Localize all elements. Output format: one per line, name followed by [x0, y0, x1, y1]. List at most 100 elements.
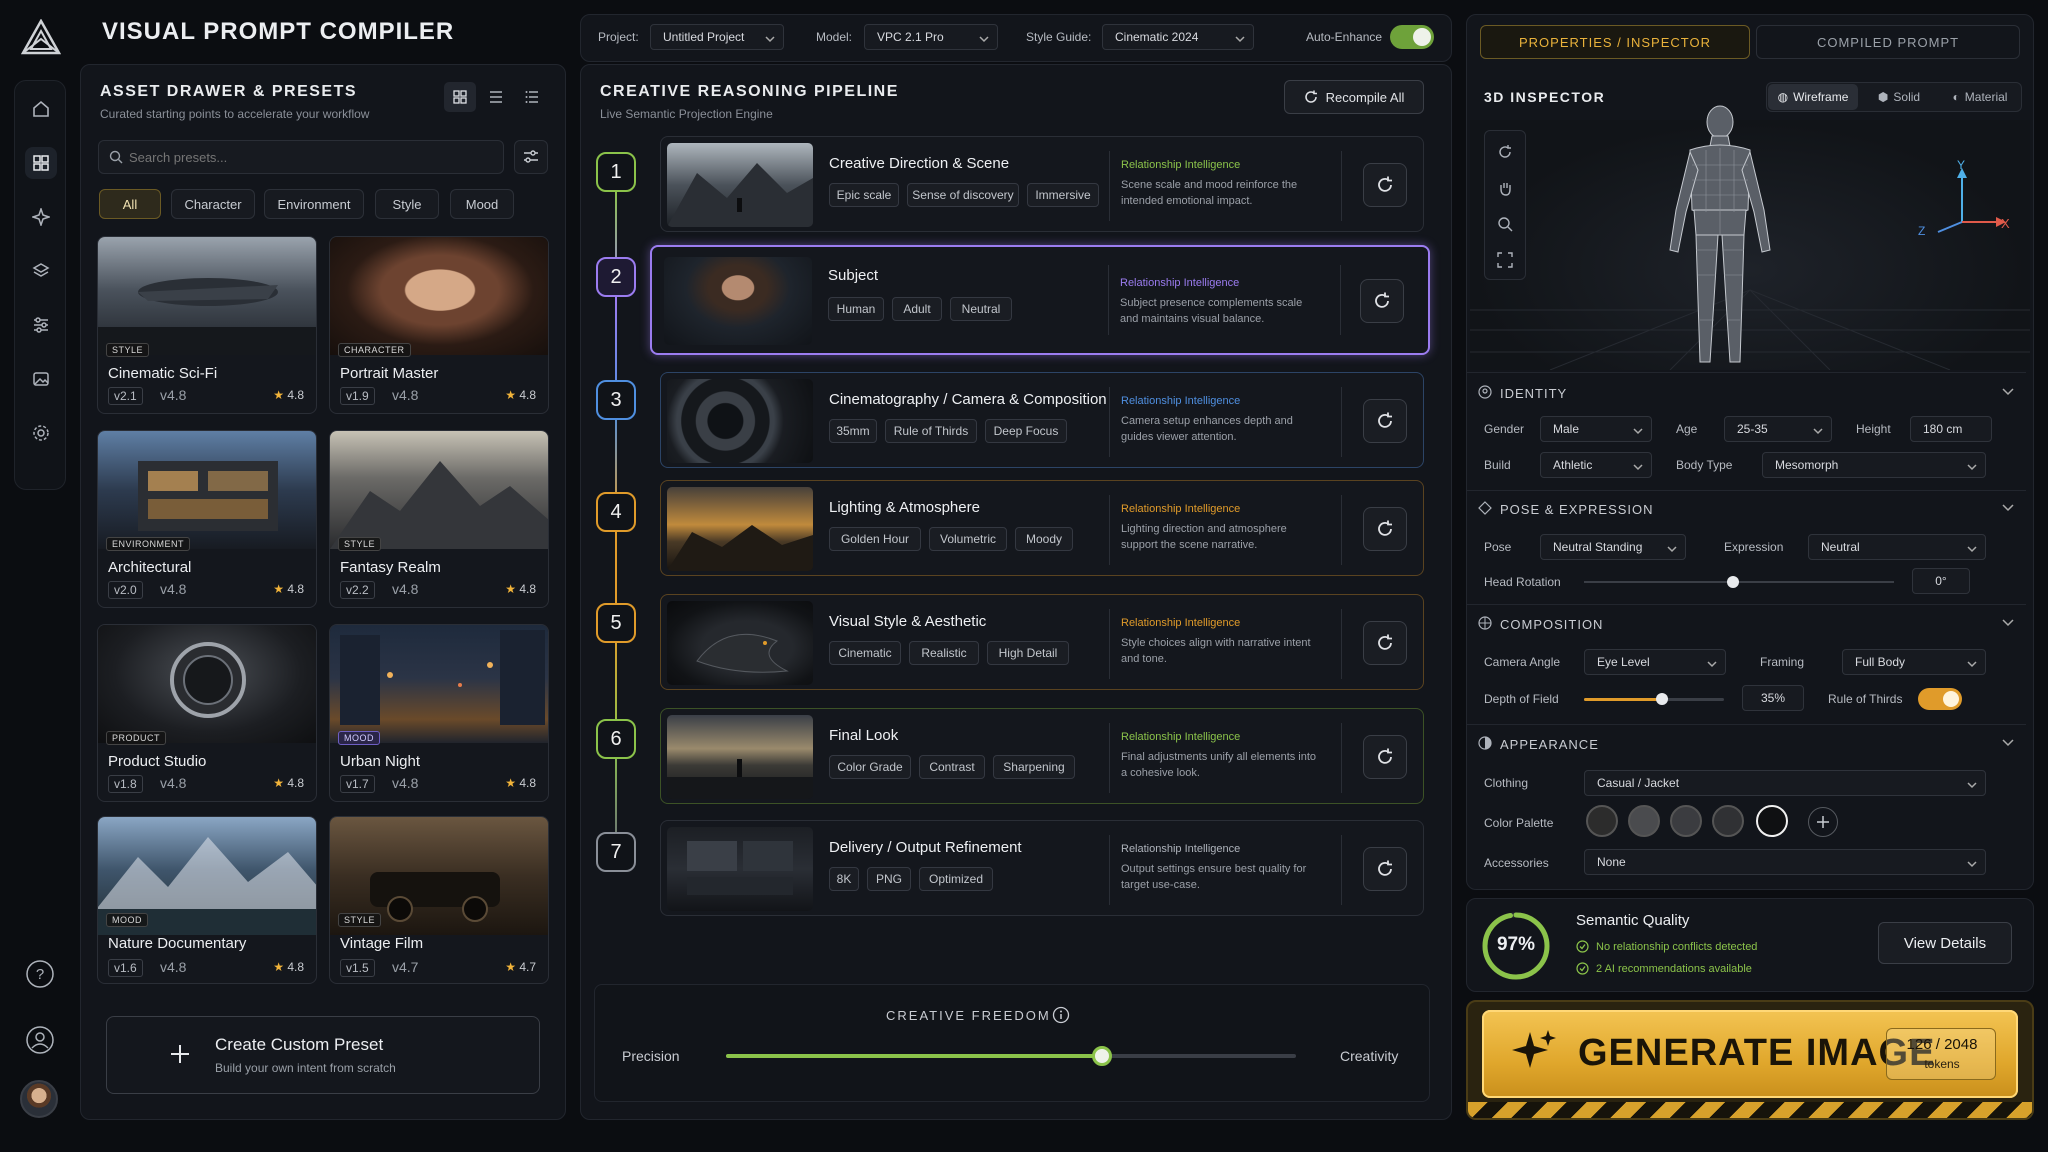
pipeline-step-6[interactable]: Final Look Color Grade Contrast Sharpeni… [660, 708, 1424, 804]
pose-select[interactable]: Neutral Standing [1540, 534, 1686, 560]
step-refresh-button[interactable] [1363, 735, 1407, 779]
step-refresh-button[interactable] [1360, 279, 1404, 323]
auto-enhance-toggle[interactable] [1390, 25, 1434, 49]
sliders-icon[interactable] [25, 309, 57, 341]
expression-select[interactable]: Neutral [1808, 534, 1986, 560]
filter-environment[interactable]: Environment [264, 189, 364, 219]
pipeline-step-2[interactable]: Subject Human Adult Neutral Relationship… [650, 245, 1430, 355]
filter-character[interactable]: Character [171, 189, 255, 219]
body-type-select[interactable]: Mesomorph [1762, 452, 1986, 478]
search-input[interactable] [129, 147, 489, 167]
recompile-all-button[interactable]: Recompile All [1284, 80, 1424, 114]
generate-image-button[interactable]: GENERATE IMAGE 126 / 2048 tokens [1466, 1000, 2034, 1120]
gallery-icon[interactable] [25, 363, 57, 395]
head-rotation-slider[interactable] [1584, 576, 1894, 588]
color-swatch[interactable] [1712, 805, 1744, 837]
step-tag[interactable]: Realistic [909, 641, 979, 665]
step-tag[interactable]: 35mm [829, 419, 877, 443]
project-select[interactable]: Untitled Project [650, 24, 784, 50]
color-swatch[interactable] [1628, 805, 1660, 837]
rotate-icon[interactable] [1489, 136, 1521, 168]
depth-of-field-value[interactable]: 35% [1742, 685, 1804, 711]
detail-list-icon[interactable] [516, 82, 548, 112]
view-material[interactable]: ◐ Material [1940, 84, 2020, 110]
pipeline-step-7[interactable]: Delivery / Output Refinement 8K PNG Opti… [660, 820, 1424, 916]
step-refresh-button[interactable] [1363, 621, 1407, 665]
help-icon[interactable]: ? [24, 958, 56, 990]
model-select[interactable]: VPC 2.1 Pro [864, 24, 998, 50]
tab-compiled-prompt[interactable]: COMPILED PROMPT [1756, 25, 2020, 59]
step-tag[interactable]: High Detail [987, 641, 1069, 665]
view-solid[interactable]: ⬢ Solid [1866, 84, 1932, 110]
pipeline-step-4[interactable]: Lighting & Atmosphere Golden Hour Volume… [660, 480, 1424, 576]
step-tag[interactable]: Human [828, 297, 884, 321]
clothing-select[interactable]: Casual / Jacket [1584, 770, 1986, 796]
style-guide-select[interactable]: Cinematic 2024 [1102, 24, 1254, 50]
step-refresh-button[interactable] [1363, 507, 1407, 551]
chevron-down-icon[interactable] [2002, 615, 2014, 633]
preset-card-vintage-film[interactable]: STYLE Vintage Film v1.5 v4.7 ★ 4.7 [329, 816, 549, 984]
preset-card-nature-documentary[interactable]: MOOD Nature Documentary v1.6 v4.8 ★ 4.8 [97, 816, 317, 984]
age-select[interactable]: 25-35 [1724, 416, 1832, 442]
preset-card-urban-night[interactable]: MOOD Urban Night v1.7 v4.8 ★ 4.8 [329, 624, 549, 802]
preset-card-fantasy-realm[interactable]: STYLE Fantasy Realm v2.2 v4.8 ★ 4.8 [329, 430, 549, 608]
grid-view-icon[interactable] [444, 82, 476, 112]
add-color-icon[interactable] [1808, 807, 1838, 837]
step-tag[interactable]: Volumetric [929, 527, 1007, 551]
step-tag[interactable]: Neutral [950, 297, 1012, 321]
step-tag[interactable]: Contrast [919, 755, 985, 779]
step-tag[interactable]: Immersive [1027, 183, 1099, 207]
step-tag[interactable]: Optimized [919, 867, 993, 891]
sparkle-icon[interactable] [25, 201, 57, 233]
filter-settings-icon[interactable] [514, 140, 548, 174]
chevron-down-icon[interactable] [2002, 500, 2014, 518]
chevron-down-icon[interactable] [2002, 735, 2014, 753]
step-tag[interactable]: Epic scale [829, 183, 899, 207]
depth-of-field-slider[interactable] [1584, 693, 1724, 705]
preset-card-cinematic-scifi[interactable]: STYLE Cinematic Sci-Fi v2.1 v4.8 ★ 4.8 [97, 236, 317, 414]
build-select[interactable]: Athletic [1540, 452, 1652, 478]
gear-icon[interactable] [25, 417, 57, 449]
layers-icon[interactable] [25, 255, 57, 287]
pipeline-step-3[interactable]: Cinematography / Camera & Composition 35… [660, 372, 1424, 468]
step-tag[interactable]: Cinematic [829, 641, 901, 665]
step-refresh-button[interactable] [1363, 399, 1407, 443]
step-tag[interactable]: Sharpening [993, 755, 1075, 779]
step-tag[interactable]: Deep Focus [985, 419, 1067, 443]
avatar[interactable] [20, 1080, 58, 1118]
fit-view-icon[interactable] [1489, 244, 1521, 276]
pipeline-step-1[interactable]: Creative Direction & Scene Epic scale Se… [660, 136, 1424, 232]
step-tag[interactable]: Golden Hour [829, 527, 921, 551]
gender-select[interactable]: Male [1540, 416, 1652, 442]
step-refresh-button[interactable] [1363, 163, 1407, 207]
view-details-button[interactable]: View Details [1878, 922, 2012, 964]
accessories-select[interactable]: None [1584, 849, 1986, 875]
user-icon[interactable] [24, 1024, 56, 1056]
pipeline-step-5[interactable]: Visual Style & Aesthetic Cinematic Reali… [660, 594, 1424, 690]
slider-thumb[interactable] [1726, 576, 1739, 588]
filter-all[interactable]: All [99, 189, 161, 219]
preset-card-portrait-master[interactable]: CHARACTER Portrait Master v1.9 v4.8 ★ 4.… [329, 236, 549, 414]
color-swatch-selected[interactable] [1756, 805, 1788, 837]
3d-human-model[interactable] [1640, 100, 1800, 370]
home-icon[interactable] [25, 93, 57, 125]
grid-icon[interactable] [25, 147, 57, 179]
chevron-down-icon[interactable] [2002, 384, 2014, 402]
framing-select[interactable]: Full Body [1842, 649, 1986, 675]
info-icon[interactable] [1052, 1006, 1070, 1024]
step-tag[interactable]: Moody [1015, 527, 1073, 551]
step-tag[interactable]: PNG [867, 867, 911, 891]
pan-hand-icon[interactable] [1489, 172, 1521, 204]
preset-card-product-studio[interactable]: PRODUCT Product Studio v1.8 v4.8 ★ 4.8 [97, 624, 317, 802]
step-tag[interactable]: Rule of Thirds [885, 419, 977, 443]
preset-card-architectural[interactable]: ENVIRONMENT Architectural v2.0 v4.8 ★ 4.… [97, 430, 317, 608]
head-rotation-value[interactable]: 0° [1912, 568, 1970, 594]
color-swatch[interactable] [1586, 805, 1618, 837]
step-tag[interactable]: 8K [829, 867, 859, 891]
step-tag[interactable]: Sense of discovery [907, 183, 1019, 207]
tab-properties-inspector[interactable]: PROPERTIES / INSPECTOR [1480, 25, 1750, 59]
step-tag[interactable]: Adult [892, 297, 942, 321]
search-box[interactable] [98, 140, 504, 174]
filter-mood[interactable]: Mood [450, 189, 514, 219]
step-refresh-button[interactable] [1363, 847, 1407, 891]
